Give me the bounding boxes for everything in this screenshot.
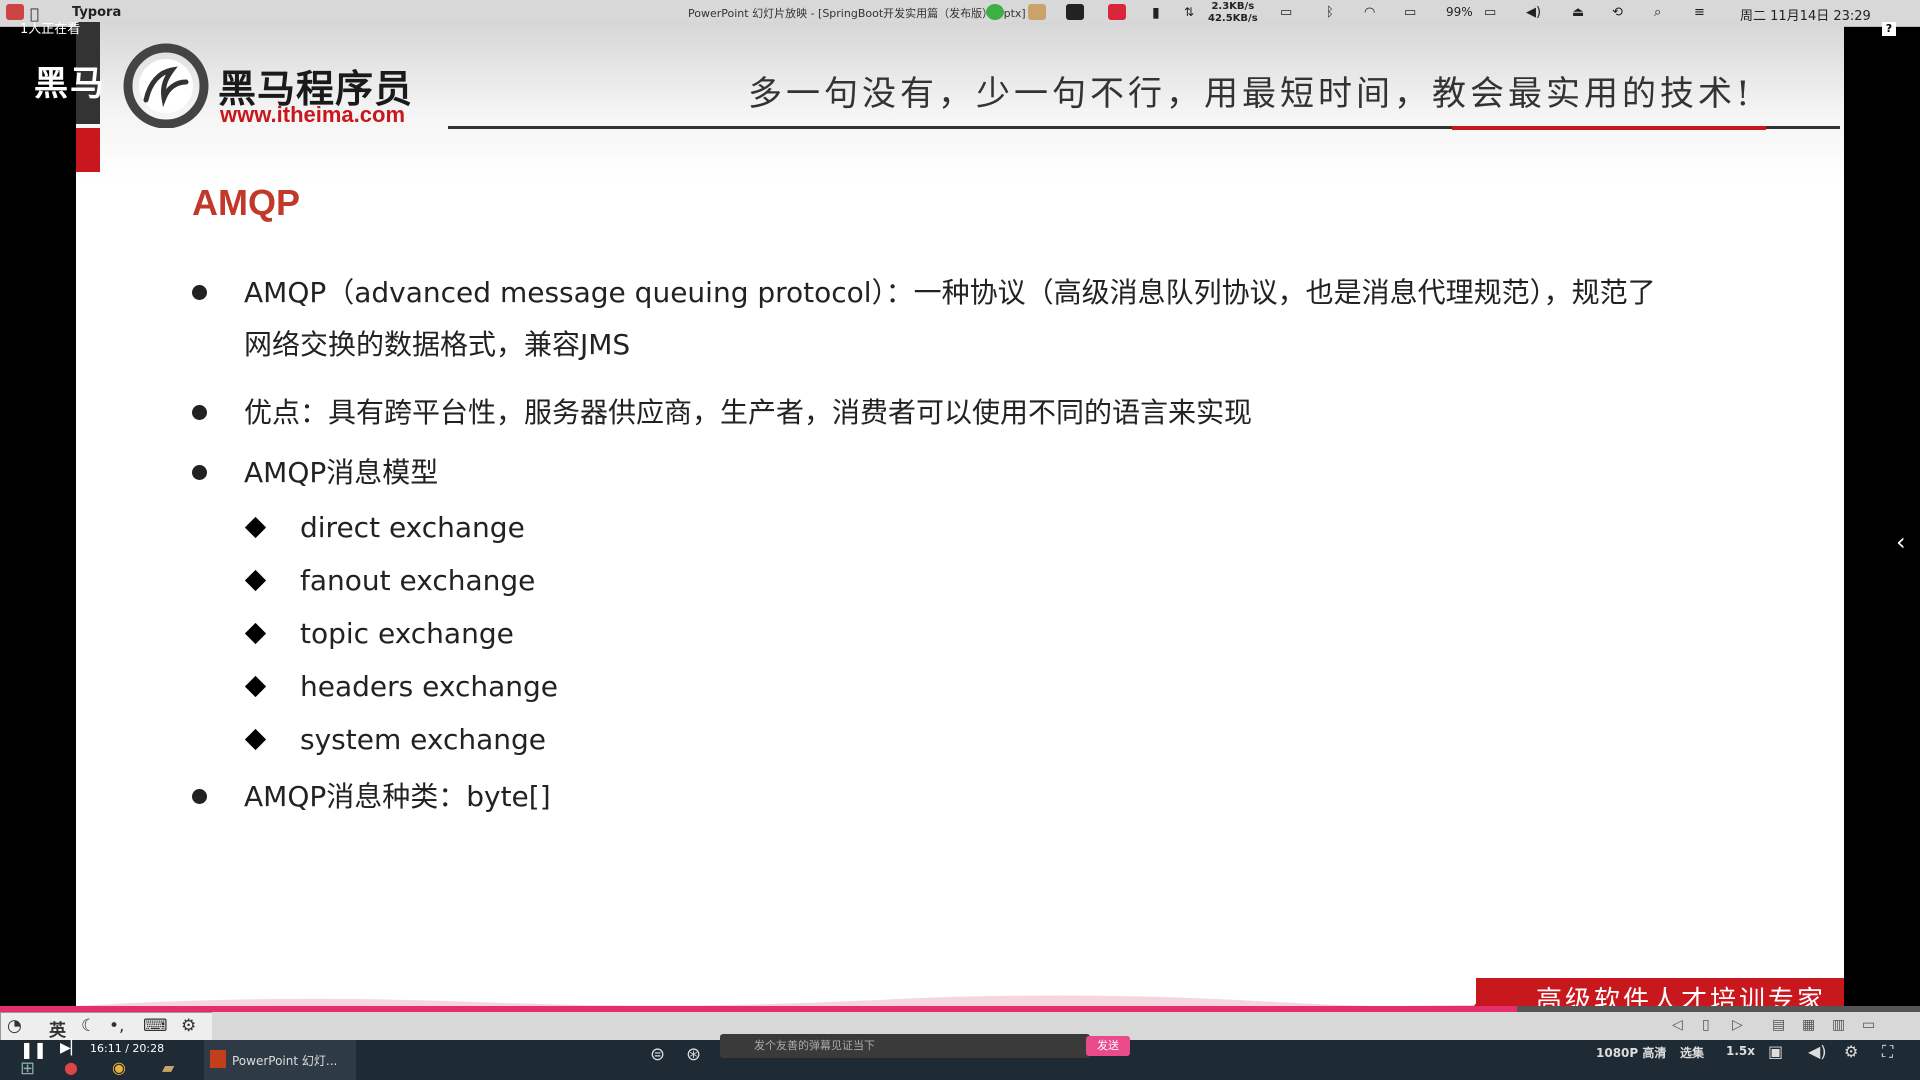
moon-icon[interactable]: ☾ xyxy=(81,1016,96,1036)
page-icon[interactable]: ▯ xyxy=(1702,1017,1710,1033)
battery-percent: 99% xyxy=(1446,5,1473,19)
settings-icon[interactable]: ⚙ xyxy=(1844,1042,1858,1061)
app-red-icon[interactable] xyxy=(1108,4,1126,20)
danmu-send-button[interactable]: 发送 xyxy=(1086,1036,1130,1056)
danmu-toggle-icon[interactable]: ⊜ xyxy=(650,1044,665,1065)
exchange-type: direct exchange xyxy=(300,511,525,544)
volume-icon[interactable]: ◀) xyxy=(1808,1042,1827,1061)
comment-icon[interactable]: ▭ xyxy=(1862,1017,1875,1033)
watermark-text: 黑马 xyxy=(34,64,106,104)
slide-canvas: 黑马程序员 www.itheima.com 多一句没有，少一句不行，用最短时间，… xyxy=(76,22,1844,1020)
exchange-type: fanout exchange xyxy=(300,564,536,597)
bullet-text: 网络交换的数据格式，兼容JMS xyxy=(244,328,631,361)
itheima-logo-icon xyxy=(123,43,209,128)
display-icon[interactable]: ▭ xyxy=(1404,5,1416,20)
bullet-item: AMQP消息模型 xyxy=(192,446,1792,500)
slide-title: AMQP xyxy=(192,182,300,223)
help-icon[interactable]: ? xyxy=(1882,22,1896,36)
volume-icon[interactable]: ◀) xyxy=(1526,5,1541,20)
bullet-text: AMQP消息模型 xyxy=(244,456,439,489)
battery-icon[interactable]: ▭ xyxy=(1484,5,1496,20)
grid-icon[interactable]: ▦ xyxy=(1802,1017,1815,1033)
explorer-icon[interactable]: ▰ xyxy=(162,1058,174,1077)
sync-icon[interactable]: ⟲ xyxy=(1612,5,1623,20)
next-icon[interactable]: ▷ xyxy=(1732,1017,1743,1033)
brand-url: www.itheima.com xyxy=(220,102,406,127)
diamond-bullet-icon xyxy=(244,569,267,592)
bullet-dot-icon xyxy=(192,789,207,804)
reading-icon[interactable]: ▥ xyxy=(1832,1017,1845,1033)
quality-select[interactable]: 1080P 高清 xyxy=(1596,1044,1666,1061)
pen-icon[interactable]: ▮ xyxy=(1152,5,1160,21)
viewer-count: 1人正在看 xyxy=(20,22,81,37)
subtitle-icon[interactable]: ▣ xyxy=(1768,1042,1783,1061)
punctuation-icon[interactable]: •, xyxy=(109,1016,124,1036)
ime-logo-icon[interactable]: ◔ xyxy=(7,1016,22,1036)
control-center-icon[interactable]: ≡ xyxy=(1694,5,1705,20)
pause-icon[interactable]: ❚❚ xyxy=(20,1040,47,1059)
wifi-icon[interactable]: ◠ xyxy=(1364,5,1375,20)
bullet-dot-icon xyxy=(192,285,207,300)
folder-icon[interactable] xyxy=(1028,4,1046,20)
next-episode-icon[interactable]: ▶▏ xyxy=(60,1040,82,1056)
diamond-bullet-icon xyxy=(244,622,267,645)
bullet-text: AMQP（advanced message queuing protocol）：… xyxy=(244,276,1656,309)
sidebar-icon[interactable]: ▭ xyxy=(1280,5,1292,20)
speed-select[interactable]: 1.5x xyxy=(1726,1044,1755,1058)
eject-icon[interactable]: ⏏ xyxy=(1572,5,1584,20)
ime-lang-toggle[interactable]: 英 xyxy=(49,1016,66,1041)
header-divider-accent xyxy=(1452,126,1766,130)
bullet-text: 优点：具有跨平台性，服务器供应商，生产者，消费者可以使用不同的语言来实现 xyxy=(244,396,1253,429)
window-title: PowerPoint 幻灯片放映 - [SpringBoot开发实用篇（发布版）… xyxy=(688,7,1026,20)
taskbar-item-label: PowerPoint 幻灯... xyxy=(232,1054,338,1068)
taskbar-item-powerpoint[interactable]: PowerPoint 幻灯... xyxy=(204,1040,356,1080)
bullet-dot-icon xyxy=(192,405,207,420)
keyboard-icon[interactable]: ⌨ xyxy=(143,1016,168,1036)
nvidia-icon[interactable] xyxy=(1066,4,1084,20)
episodes-button[interactable]: 选集 xyxy=(1680,1044,1704,1061)
exchange-type: system exchange xyxy=(300,723,546,756)
chrome-icon[interactable]: ◉ xyxy=(112,1058,126,1077)
diamond-bullet-icon xyxy=(244,728,267,751)
danmu-settings-icon[interactable]: ⊛ xyxy=(686,1044,701,1065)
diamond-bullet-icon xyxy=(244,675,267,698)
bullet-text: AMQP消息种类：byte[] xyxy=(244,780,551,813)
prev-icon[interactable]: ◁ xyxy=(1672,1017,1683,1033)
bullet-item: 优点：具有跨平台性，服务器供应商，生产者，消费者可以使用不同的语言来实现 xyxy=(192,386,1792,440)
powerpoint-icon xyxy=(210,1050,226,1068)
notes-icon[interactable]: ▤ xyxy=(1772,1017,1785,1033)
bullet-item: AMQP消息种类：byte[] xyxy=(192,770,1792,824)
bullet-dot-icon xyxy=(192,465,207,480)
app-tile-icon[interactable]: ● xyxy=(64,1058,78,1077)
diamond-bullet-icon xyxy=(244,516,267,539)
playback-time: 16:11 / 20:28 xyxy=(90,1042,165,1055)
exchange-type: topic exchange xyxy=(300,617,514,650)
arrows-icon[interactable]: ⇅ xyxy=(1184,5,1194,19)
wechat-icon[interactable] xyxy=(986,4,1004,20)
chevron-left-icon[interactable]: ‹ xyxy=(1896,528,1906,556)
slogan: 多一句没有，少一句不行，用最短时间，教会最实用的技术! xyxy=(748,74,1754,114)
ime-toolbar: ◔ 英 ☾ •, ⌨ ⚙ xyxy=(0,1012,214,1042)
bullet-item: AMQP（advanced message queuing protocol）：… xyxy=(192,266,1792,376)
windows-start-icon[interactable]: ⊞ xyxy=(20,1058,35,1079)
ime-settings-icon[interactable]: ⚙ xyxy=(181,1016,196,1036)
fullscreen-icon[interactable]: ⛶ xyxy=(1882,1042,1893,1062)
search-icon[interactable]: ⌕ xyxy=(1654,5,1661,20)
danmu-input[interactable]: 发个友善的弹幕见证当下 xyxy=(720,1034,1090,1058)
exchange-type: headers exchange xyxy=(300,670,558,703)
bluetooth-icon[interactable]: ᛒ xyxy=(1326,5,1334,20)
header-red-bar xyxy=(76,128,100,172)
